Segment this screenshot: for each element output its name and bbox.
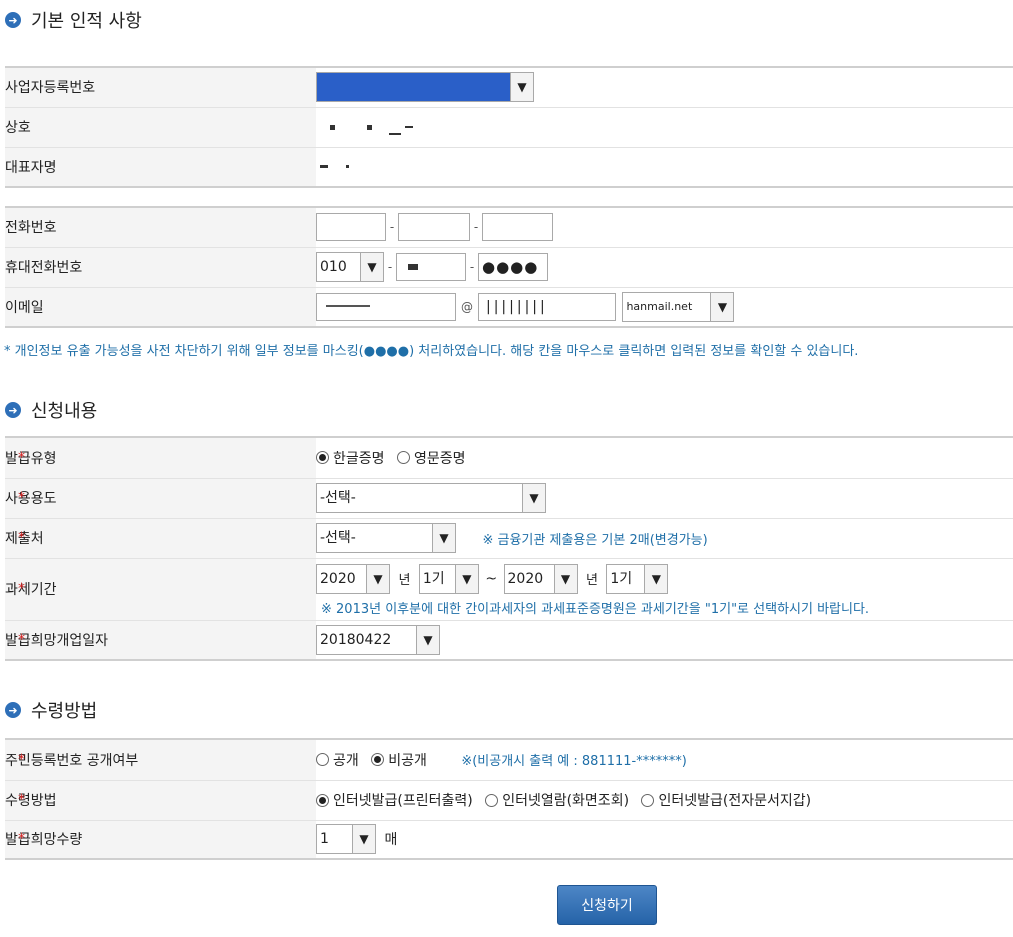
- phone-input-1[interactable]: [316, 213, 386, 242]
- email-label: 이메일: [5, 287, 316, 328]
- company-label: 상호: [5, 107, 316, 148]
- submit-to-label: * 제출처: [5, 518, 316, 559]
- issue-type-label: * 발급유형: [5, 436, 316, 479]
- chevron-down-icon: ▼: [553, 564, 577, 593]
- ceo-value: [316, 147, 1013, 188]
- radio-rrn-private[interactable]: [371, 753, 385, 767]
- section-title-receive: ➜ 수령방법: [5, 697, 97, 723]
- period-label: * 과세기간: [5, 558, 316, 621]
- email-domain-input[interactable]: ||||||||: [478, 292, 616, 321]
- radio-method-view[interactable]: [485, 793, 499, 807]
- section-title-apply: ➜ 신청내용: [5, 397, 97, 423]
- submit-to-select[interactable]: -선택- ▼: [316, 523, 456, 553]
- mobile-input-last[interactable]: ●●●●: [478, 253, 548, 281]
- chevron-down-icon: ▼: [510, 73, 533, 102]
- radio-english[interactable]: [396, 451, 410, 465]
- receive-table: * 주민등록번호 공개여부 공개 비공개 ※(비공개시 출력 예 : 881111…: [5, 738, 1013, 860]
- chevron-down-icon: ▼: [416, 625, 439, 654]
- qty-label: * 발급희망수량: [5, 820, 316, 860]
- basic-info-table: 사업자등록번호 ▼ 상호 대표자명: [5, 66, 1013, 188]
- submit-to-note: ※ 금융기관 제출용은 기본 2매(변경가능): [482, 532, 708, 548]
- period-to-year-select[interactable]: 2020 ▼: [503, 563, 578, 594]
- open-date-label: * 발급희망개업일자: [5, 620, 316, 661]
- usage-label: * 사용용도: [5, 478, 316, 519]
- mobile-input-middle[interactable]: [396, 253, 466, 281]
- company-value: [316, 107, 1013, 148]
- chevron-down-icon: ▼: [352, 825, 375, 854]
- chevron-down-icon: ▼: [360, 253, 383, 281]
- arrow-right-circle-icon: ➜: [5, 402, 21, 418]
- usage-select[interactable]: -선택- ▼: [316, 483, 546, 513]
- email-domain-select[interactable]: hanmail.net ▼: [622, 291, 735, 322]
- phone-label: 전화번호: [5, 206, 316, 248]
- chevron-down-icon: ▼: [366, 564, 389, 593]
- radio-rrn-public[interactable]: [316, 753, 329, 767]
- radio-method-wallet[interactable]: [641, 793, 655, 807]
- period-to-half-select[interactable]: 1기 ▼: [606, 563, 669, 594]
- radio-korean[interactable]: [316, 451, 329, 465]
- phone-input-3[interactable]: [482, 213, 553, 242]
- mobile-label: 휴대전화번호: [5, 247, 316, 288]
- privacy-note: * 개인정보 유출 가능성을 사전 차단하기 위해 일부 정보를 마스킹(●●●…: [4, 344, 859, 359]
- period-note: ※ 2013년 이후분에 대한 간이과세자의 과세표준증명원은 과세기간을 "1…: [321, 601, 870, 617]
- section-title-basic: ➜ 기본 인적 사항: [5, 7, 142, 33]
- submit-button[interactable]: 신청하기: [557, 885, 657, 925]
- chevron-down-icon: ▼: [454, 564, 478, 593]
- chevron-down-icon: ▼: [710, 292, 734, 321]
- method-label: * 수령방법: [5, 780, 316, 821]
- mobile-prefix-select[interactable]: 010 ▼: [316, 252, 384, 282]
- contact-table: 전화번호 -- 휴대전화번호 010 ▼ - - ●●●● 이메일 @ |||||||…: [5, 206, 1013, 328]
- period-from-year-select[interactable]: 2020 ▼: [316, 563, 390, 594]
- period-from-half-select[interactable]: 1기 ▼: [418, 563, 479, 594]
- arrow-right-circle-icon: ➜: [5, 12, 21, 28]
- email-at-sign: @: [461, 299, 473, 314]
- open-date-select[interactable]: 20180422 ▼: [316, 624, 440, 655]
- phone-input-2[interactable]: [398, 213, 470, 242]
- email-id-input[interactable]: [316, 292, 456, 321]
- ceo-label: 대표자명: [5, 147, 316, 188]
- apply-table: * 발급유형 한글증명 영문증명 * 사용용도 -선택- ▼ * 제출처 -선택- ▼…: [5, 436, 1013, 661]
- rrn-note: ※(비공개시 출력 예 : 881111-*******): [461, 754, 687, 770]
- chevron-down-icon: ▼: [432, 524, 455, 552]
- rrn-label: * 주민등록번호 공개여부: [5, 738, 316, 781]
- bizno-selected-value: [317, 73, 510, 102]
- radio-method-print[interactable]: [316, 793, 329, 807]
- bizno-label: 사업자등록번호: [5, 66, 316, 108]
- qty-select[interactable]: 1 ▼: [316, 824, 376, 855]
- chevron-down-icon: ▼: [644, 564, 668, 593]
- bizno-select[interactable]: ▼: [316, 72, 534, 103]
- chevron-down-icon: ▼: [522, 484, 545, 512]
- arrow-right-circle-icon: ➜: [5, 702, 21, 718]
